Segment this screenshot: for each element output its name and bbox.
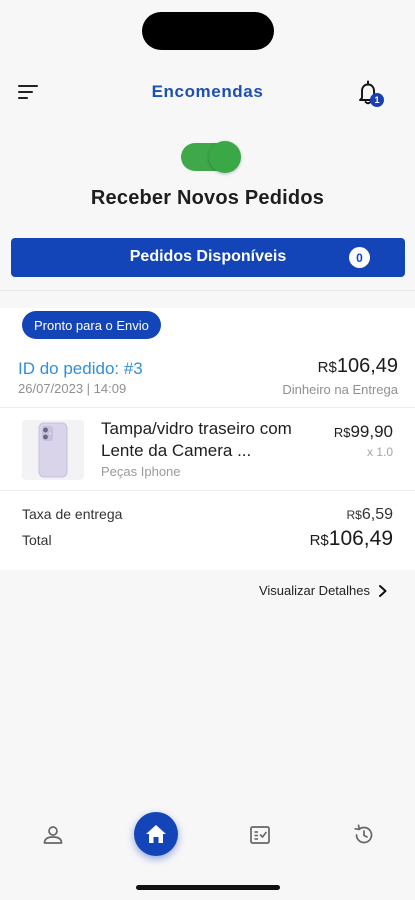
app-header: Encomendas 1: [0, 74, 415, 114]
history-icon: [354, 824, 373, 844]
section-divider: [0, 290, 415, 291]
view-details-label: Visualizar Detalhes: [258, 583, 370, 598]
product-image[interactable]: [22, 420, 84, 480]
delivery-fee-label: Taxa de entrega: [22, 506, 123, 522]
order-total-amount: 106,49: [336, 355, 398, 377]
phone-image-icon: [38, 422, 68, 478]
product-price: R$99,90: [334, 422, 393, 442]
product-name: Tampa/vidro traseiro com Lente da Camera…: [101, 419, 292, 460]
delivery-fee-amount: 6,59: [361, 506, 393, 523]
delivery-fee-value: R$6,59: [347, 506, 393, 524]
receive-orders-label: Receber Novos Pedidos: [90, 187, 325, 209]
order-total: R$106,49: [318, 355, 398, 378]
product-price-currency: R$: [333, 425, 351, 440]
device-notch: [142, 12, 274, 50]
available-orders-label: Pedidos Disponíveis: [129, 248, 287, 265]
payment-method: Dinheiro na Entrega: [282, 382, 398, 397]
nav-home[interactable]: [134, 812, 178, 856]
order-total-currency: R$: [317, 359, 337, 376]
home-indicator: [136, 885, 280, 890]
order-card[interactable]: Pronto para o Envio ID do pedido: #3 R$1…: [0, 308, 415, 570]
order-id[interactable]: ID do pedido: #3: [18, 359, 143, 379]
notifications-button[interactable]: 1: [356, 80, 384, 110]
app-screen: Encomendas 1 Receber Novos Pedidos Pedid…: [0, 0, 415, 900]
available-orders-button[interactable]: Pedidos Disponíveis 0: [11, 238, 405, 277]
nav-orders[interactable]: [248, 823, 272, 847]
product-category: Peças Iphone: [101, 464, 181, 479]
view-details-link[interactable]: Visualizar Detalhes: [259, 583, 388, 598]
summary-total-currency: R$: [309, 532, 329, 549]
page-title: Encomendas: [151, 82, 264, 101]
nav-history[interactable]: [352, 823, 376, 847]
orders-list-icon: [250, 826, 270, 844]
chevron-right-icon: [379, 584, 387, 597]
toggle-knob: [209, 141, 241, 173]
product-price-amount: 99,90: [350, 422, 393, 441]
receive-orders-toggle[interactable]: [181, 141, 241, 173]
order-item-row[interactable]: Tampa/vidro traseiro com Lente da Camera…: [0, 407, 415, 491]
summary-total-value: R$106,49: [310, 527, 393, 551]
home-icon: [146, 825, 166, 843]
available-orders-count: 0: [349, 247, 370, 268]
summary-total-label: Total: [22, 532, 52, 548]
summary-total-amount: 106,49: [328, 527, 393, 550]
notification-badge: 1: [370, 93, 384, 107]
order-status-badge[interactable]: Pronto para o Envio: [22, 311, 161, 339]
profile-icon: [43, 826, 63, 844]
nav-profile[interactable]: [41, 823, 65, 847]
delivery-fee-currency: R$: [346, 508, 362, 522]
order-date: 26/07/2023 | 14:09: [18, 381, 127, 396]
product-quantity: x 1.0: [366, 445, 393, 459]
